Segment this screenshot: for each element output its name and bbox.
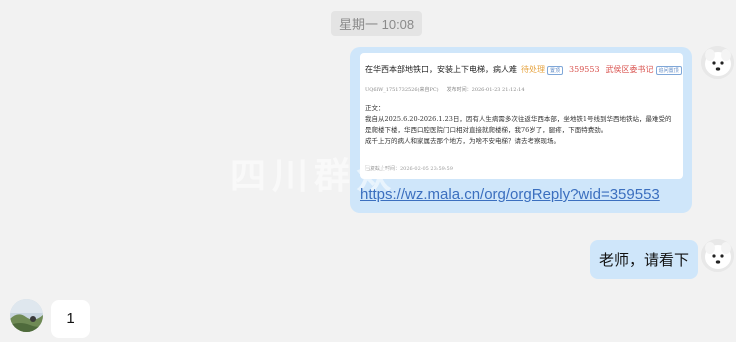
dog-icon [701,46,734,79]
link-message-bubble[interactable]: 在华西本部地铁口，安装上下电梯，病人难 待处理 置顶 359553 武侯区委书记 追问置顶… [230,47,692,213]
card-body: 正文： 我自从2025.6.20-2026.1.23日，因有人生病需多次往返华西… [365,103,683,147]
body-line: 我自从2025.6.20-2026.1.23日，因有人生病需多次往返华西本部，坐… [365,115,672,123]
card-title-row: 在华西本部地铁口，安装上下电梯，病人难 待处理 置顶 359553 武侯区委书记 追问置顶 [365,64,682,75]
landscape-avatar[interactable] [10,299,43,332]
dog-avatar[interactable] [701,239,734,272]
card-author: UQ6lW_1751732526(来自PC) [365,87,439,93]
message-text: 1 [66,310,75,327]
card-meta: UQ6lW_1751732526(来自PC) 发布时间：2026-01-23 21… [365,86,533,93]
landscape-icon [10,299,43,332]
link-preview-card[interactable]: 在华西本部地铁口，安装上下电梯，病人难 待处理 置顶 359553 武侯区委书记 追问置顶… [360,53,683,179]
org-name: 武侯区委书记 [605,65,654,74]
body-line: 是爬楼下楼，华西口腔医院门口相对直接就爬楼梯，我76岁了，腿疼，下面特费劲。 [365,126,608,134]
body-line: 成千上万的病人和家属去那个地方，为啥不安电梯？请去考察现场。 [365,137,560,145]
dog-icon [701,239,734,272]
message-link[interactable]: https://wz.mala.cn/org/orgReply?wid=3595… [360,186,660,203]
status-label: 待处理 [521,65,545,74]
dog-avatar[interactable] [701,46,734,79]
card-title: 在华西本部地铁口，安装上下电梯，病人难 [365,65,517,74]
body-label: 正文： [365,104,385,112]
message-text: 老师，请看下 [599,252,690,269]
card-time: 发布时间：2026-01-23 21:12:14 [446,87,525,93]
tag-badge: 置顶 [547,65,564,75]
message-bubble[interactable]: 1 [51,300,90,338]
ticket-number: 359553 [569,65,600,74]
timestamp: 星期一 10:08 [331,11,423,36]
message-bubble[interactable]: 老师，请看下 [590,240,699,279]
tag-badge: 追问置顶 [655,65,682,75]
